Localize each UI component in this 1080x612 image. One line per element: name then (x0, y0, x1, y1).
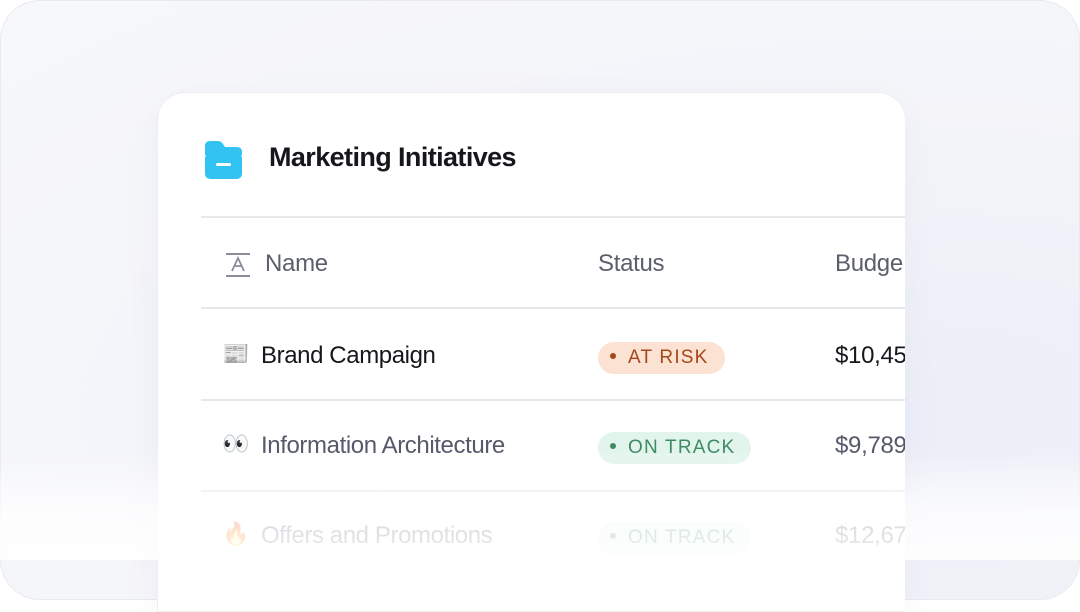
table-row[interactable]: 🔥 Offers and Promotions ON TRACK $12,67 (158, 491, 905, 579)
row-name[interactable]: Offers and Promotions (261, 522, 493, 550)
database-card: Marketing Initiatives Name Status Budge … (157, 92, 905, 612)
card-header: Marketing Initiatives (158, 93, 905, 218)
newspaper-icon: 📰 (222, 341, 250, 366)
row-budget[interactable]: $9,789 (835, 432, 905, 460)
row-name[interactable]: Information Architecture (261, 432, 505, 460)
page-title: Marketing Initiatives (269, 142, 517, 172)
column-header-name[interactable]: Name (265, 250, 328, 278)
divider (201, 307, 905, 309)
row-budget[interactable]: $10,45 (835, 342, 905, 370)
status-label: AT RISK (628, 347, 709, 368)
column-header-status[interactable]: Status (598, 250, 665, 278)
text-type-icon (226, 253, 250, 277)
status-badge[interactable]: ON TRACK (598, 432, 752, 464)
table-row[interactable]: 👀 Information Architecture ON TRACK $9,7… (158, 401, 905, 489)
status-dot (610, 532, 616, 539)
status-label: ON TRACK (628, 437, 736, 458)
column-header-budget[interactable]: Budge (835, 250, 903, 278)
status-dot (610, 352, 616, 359)
status-dot (610, 442, 616, 449)
status-badge[interactable]: AT RISK (598, 342, 725, 374)
row-budget[interactable]: $12,67 (835, 522, 905, 550)
table-row[interactable]: 📰 Brand Campaign AT RISK $10,45 (158, 311, 905, 399)
fire-icon: 🔥 (222, 521, 250, 546)
folder-icon (205, 141, 242, 179)
status-label: ON TRACK (628, 527, 736, 548)
row-name[interactable]: Brand Campaign (261, 342, 436, 370)
table-header-row: Name Status Budge (158, 220, 905, 308)
status-badge[interactable]: ON TRACK (598, 522, 752, 554)
eyes-icon: 👀 (222, 431, 250, 456)
divider (201, 216, 905, 218)
